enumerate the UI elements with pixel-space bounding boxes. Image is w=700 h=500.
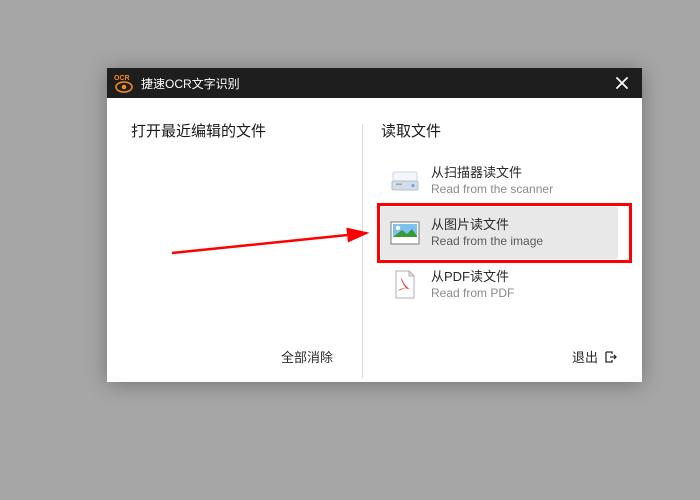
option-pdf[interactable]: 从PDF读文件 Read from PDF — [381, 259, 618, 311]
scanner-icon — [389, 165, 421, 197]
titlebar-title: 捷速OCR文字识别 — [141, 75, 608, 92]
svg-text:OCR: OCR — [114, 75, 130, 82]
option-title: 从扫描器读文件 — [431, 165, 553, 181]
recent-files-header: 打开最近编辑的文件 — [131, 120, 333, 141]
clear-all-button[interactable]: 全部消除 — [281, 347, 333, 366]
exit-button[interactable]: 退出 — [572, 347, 598, 366]
option-subtitle: Read from the scanner — [431, 182, 553, 197]
option-subtitle: Read from PDF — [431, 286, 514, 301]
read-file-panel: 读取文件 从扫描器读文件 Read from the scanner — [357, 98, 642, 382]
recent-files-panel: 打开最近编辑的文件 全部消除 — [107, 98, 357, 382]
pdf-icon — [389, 269, 421, 301]
read-file-header: 读取文件 — [381, 120, 618, 141]
titlebar: OCR 捷速OCR文字识别 — [107, 68, 642, 98]
exit-icon — [604, 350, 618, 364]
option-subtitle: Read from the image — [431, 234, 543, 249]
close-button[interactable] — [608, 69, 636, 97]
option-title: 从PDF读文件 — [431, 269, 514, 285]
image-icon — [389, 217, 421, 249]
option-title: 从图片读文件 — [431, 217, 543, 233]
option-scanner[interactable]: 从扫描器读文件 Read from the scanner — [381, 155, 618, 207]
close-icon — [616, 77, 628, 89]
option-image[interactable]: 从图片读文件 Read from the image — [381, 207, 618, 259]
dialog: OCR 捷速OCR文字识别 打开最近编辑的文件 全部消除 读取文件 — [107, 68, 642, 382]
app-logo: OCR — [113, 72, 135, 94]
